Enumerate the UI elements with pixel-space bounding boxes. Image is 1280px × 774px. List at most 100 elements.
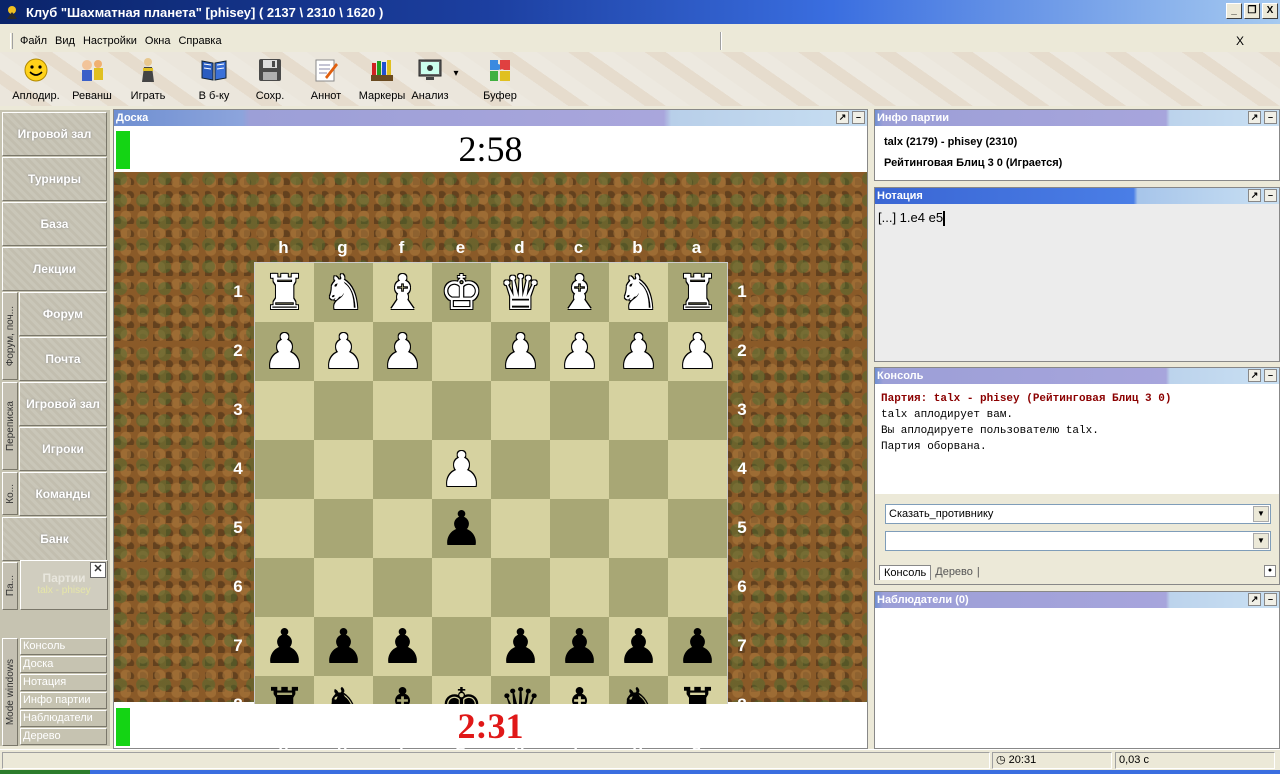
- tab-tree[interactable]: Дерево: [931, 565, 977, 580]
- group-forum-mail[interactable]: Форум, поч...: [2, 292, 18, 380]
- board-square[interactable]: ♟: [550, 617, 609, 676]
- board-square[interactable]: [491, 440, 550, 499]
- board-square[interactable]: ♟: [668, 322, 727, 381]
- to-library-button[interactable]: В б-ку: [186, 52, 242, 104]
- board-square[interactable]: [668, 440, 727, 499]
- buffer-button[interactable]: Буфер: [472, 52, 528, 104]
- analysis-dropdown-button[interactable]: ▾: [450, 52, 462, 104]
- board-square[interactable]: ♞: [314, 263, 373, 322]
- board-square[interactable]: ♞: [609, 263, 668, 322]
- black-piece[interactable]: ♟: [617, 623, 660, 671]
- black-piece[interactable]: ♟: [322, 623, 365, 671]
- board-square[interactable]: ♝: [550, 263, 609, 322]
- undock-icon[interactable]: ↗: [1248, 111, 1261, 124]
- group-games[interactable]: Па...: [2, 562, 18, 610]
- board-square[interactable]: [491, 558, 550, 617]
- close-button[interactable]: X: [1262, 3, 1278, 19]
- board-square[interactable]: [668, 558, 727, 617]
- group-correspondence[interactable]: Переписка: [2, 382, 18, 470]
- black-piece[interactable]: ♟: [263, 623, 306, 671]
- board-square[interactable]: [314, 381, 373, 440]
- black-piece[interactable]: ♟: [499, 623, 542, 671]
- undock-icon[interactable]: ↗: [1248, 369, 1261, 382]
- markers-button[interactable]: Маркеры: [354, 52, 410, 104]
- menu-help[interactable]: Справка: [174, 35, 225, 47]
- board-square[interactable]: ♟: [668, 617, 727, 676]
- white-piece[interactable]: ♟: [499, 328, 542, 376]
- group-teams[interactable]: Ко...: [2, 472, 18, 515]
- white-piece[interactable]: ♟: [617, 328, 660, 376]
- white-piece[interactable]: ♟: [381, 328, 424, 376]
- board-square[interactable]: [432, 617, 491, 676]
- board-square[interactable]: ♟: [432, 440, 491, 499]
- restore-button[interactable]: ❐: [1244, 3, 1260, 19]
- board-square[interactable]: [668, 499, 727, 558]
- play-button[interactable]: Играть: [120, 52, 176, 104]
- undock-icon[interactable]: ↗: [1248, 189, 1261, 202]
- white-piece[interactable]: ♞: [322, 269, 365, 317]
- minimize-button[interactable]: _: [1226, 3, 1242, 19]
- board-square[interactable]: [609, 558, 668, 617]
- undock-icon[interactable]: ↗: [836, 111, 849, 124]
- board-square[interactable]: [314, 558, 373, 617]
- board-square[interactable]: ♟: [550, 322, 609, 381]
- annotate-button[interactable]: Аннот: [298, 52, 354, 104]
- white-piece[interactable]: ♟: [440, 446, 483, 494]
- white-piece[interactable]: ♟: [322, 328, 365, 376]
- board-square[interactable]: [550, 381, 609, 440]
- board-square[interactable]: ♟: [255, 617, 314, 676]
- board-square[interactable]: [373, 381, 432, 440]
- nav-teams[interactable]: Команды: [19, 472, 107, 516]
- board-square[interactable]: ♜: [668, 263, 727, 322]
- white-piece[interactable]: ♚: [440, 269, 483, 317]
- board-square[interactable]: [314, 440, 373, 499]
- white-piece[interactable]: ♟: [263, 328, 306, 376]
- white-piece[interactable]: ♞: [617, 269, 660, 317]
- menu-windows[interactable]: Окна: [141, 35, 175, 47]
- console-log[interactable]: Партия: talx - phisey (Рейтинговая Блиц …: [881, 391, 1171, 455]
- window-observers[interactable]: Наблюдатели: [20, 710, 107, 727]
- minimize-panel-icon[interactable]: –: [1264, 593, 1277, 606]
- save-button[interactable]: Сохр.: [242, 52, 298, 104]
- menu-grip[interactable]: [10, 33, 13, 49]
- board-square[interactable]: ♟: [491, 617, 550, 676]
- white-piece[interactable]: ♟: [676, 328, 719, 376]
- board-square[interactable]: [255, 499, 314, 558]
- board-square[interactable]: ♛: [491, 263, 550, 322]
- say-to-select[interactable]: Сказать_противнику ▼: [885, 504, 1271, 524]
- board-square[interactable]: ♟: [314, 617, 373, 676]
- black-piece[interactable]: ♟: [558, 623, 601, 671]
- board-square[interactable]: [373, 440, 432, 499]
- board-square[interactable]: [609, 381, 668, 440]
- analysis-button[interactable]: Анализ: [410, 52, 450, 104]
- window-console[interactable]: Консоль: [20, 638, 107, 655]
- board-square[interactable]: ♟: [314, 322, 373, 381]
- board-square[interactable]: [550, 440, 609, 499]
- black-piece[interactable]: ♟: [440, 505, 483, 553]
- white-piece[interactable]: ♜: [676, 269, 719, 317]
- chessboard[interactable]: ♜♞♝♚♛♝♞♜♟♟♟♟♟♟♟♟♟♟♟♟♟♟♟♟♜♞♝♚♛♝♞♜: [254, 262, 728, 736]
- tab-console[interactable]: Консоль: [879, 565, 932, 580]
- nav-forum[interactable]: Форум: [19, 292, 107, 336]
- board-square[interactable]: [314, 499, 373, 558]
- board-square[interactable]: [550, 499, 609, 558]
- board-square[interactable]: ♝: [373, 263, 432, 322]
- window-tree[interactable]: Дерево: [20, 728, 107, 745]
- black-piece[interactable]: ♟: [676, 623, 719, 671]
- board-square[interactable]: [432, 558, 491, 617]
- minimize-panel-icon[interactable]: –: [852, 111, 865, 124]
- nav-game-hall[interactable]: Игровой зал: [2, 112, 107, 156]
- board-square[interactable]: [373, 558, 432, 617]
- board-square[interactable]: [373, 499, 432, 558]
- white-piece[interactable]: ♝: [558, 269, 601, 317]
- minimize-panel-icon[interactable]: –: [1264, 369, 1277, 382]
- board-square[interactable]: ♜: [255, 263, 314, 322]
- nav-tournaments[interactable]: Турниры: [2, 157, 107, 201]
- menu-settings[interactable]: Настройки: [79, 35, 141, 47]
- board-square[interactable]: [609, 440, 668, 499]
- board-square[interactable]: [432, 322, 491, 381]
- window-board[interactable]: Доска: [20, 656, 107, 673]
- board-square[interactable]: [432, 381, 491, 440]
- message-input[interactable]: ▼: [885, 531, 1271, 551]
- minimize-panel-icon[interactable]: –: [1264, 189, 1277, 202]
